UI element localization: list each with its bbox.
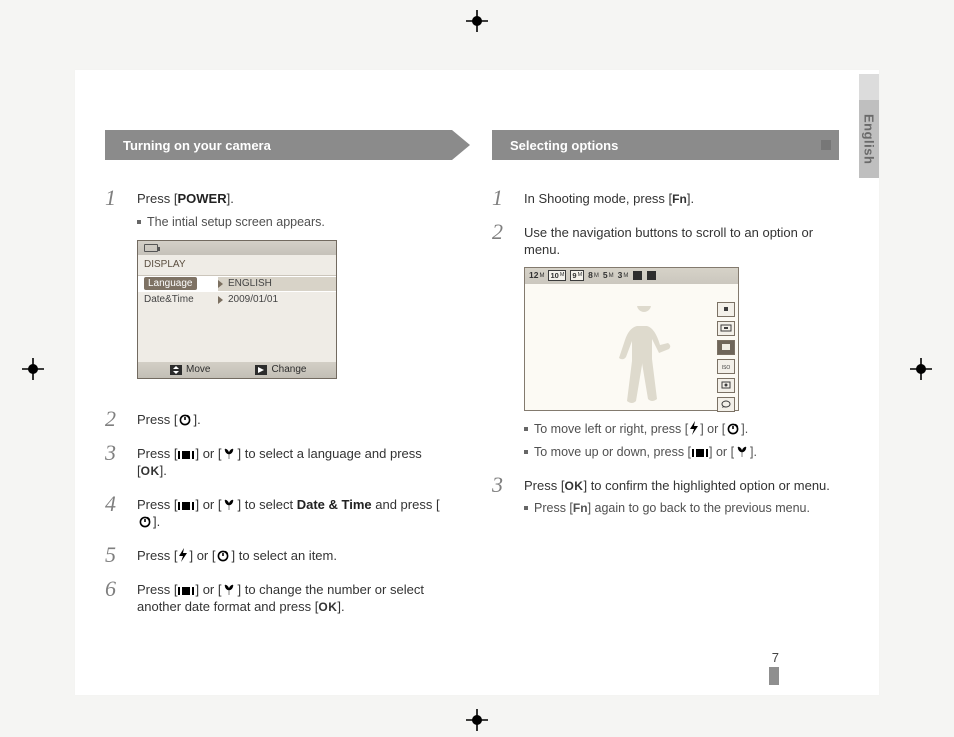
timer-icon <box>725 421 741 435</box>
display-icon <box>691 448 709 458</box>
iso-icon: ISO <box>717 359 735 374</box>
datetime-label: Date & Time <box>297 497 372 512</box>
updown-key-icon <box>170 365 182 375</box>
timer-icon <box>137 514 153 528</box>
step-r3: 3 Press [OK] to confirm the highlighted … <box>492 475 839 517</box>
battery-icon <box>144 244 158 252</box>
left-column: Turning on your camera 1 Press [POWER]. … <box>105 130 452 630</box>
timer-icon <box>215 548 231 562</box>
right-key-icon <box>255 365 267 375</box>
step-5: 5 Press [] or [] to select an item. <box>105 545 452 565</box>
step-4: 4 Press [] or [] to select Date & Time a… <box>105 494 452 531</box>
step-r1: 1 In Shooting mode, press [Fn]. <box>492 188 839 208</box>
fn-icon: Fn <box>573 501 588 515</box>
macro-icon <box>221 448 237 460</box>
step-text: Press [ <box>137 191 177 206</box>
bullet-icon <box>137 220 141 224</box>
person-silhouette-icon <box>614 306 674 406</box>
step-r2: 2 Use the navigation buttons to scroll t… <box>492 222 839 461</box>
step-3: 3 Press [] or [] to select a language an… <box>105 443 452 480</box>
lcd-row-datetime: Date&Time 2009/01/01 <box>138 292 336 308</box>
step-1: 1 Press [POWER]. The intial setup screen… <box>105 188 452 395</box>
svg-text:ISO: ISO <box>722 365 731 371</box>
timer-icon <box>177 412 193 426</box>
bullet-icon <box>524 506 528 510</box>
step-6: 6 Press [] or [] to change the number or… <box>105 579 452 616</box>
macro-icon <box>221 499 237 511</box>
ok-icon: OK <box>318 600 337 614</box>
right-column: Selecting options 1 In Shooting mode, pr… <box>492 130 839 630</box>
shooting-mode-screen: 12M 10M 9M 8M 5M 3M SIZE <box>524 267 739 411</box>
metering-icon <box>717 321 735 336</box>
lcd-row-language: Language ENGLISH <box>138 276 336 292</box>
display-icon <box>177 501 195 511</box>
lcd-title: DISPLAY <box>138 255 336 276</box>
chevron-right-icon <box>218 280 223 288</box>
language-tab: English <box>859 100 879 178</box>
manual-page: English Turning on your camera 1 Press [… <box>75 70 879 695</box>
macro-icon <box>221 584 237 596</box>
display-icon <box>177 586 195 596</box>
page-number: 7 <box>772 650 779 665</box>
size-option-bar: 12M 10M 9M 8M 5M 3M <box>525 268 738 284</box>
section-heading-left: Turning on your camera <box>105 130 452 160</box>
registration-mark-icon <box>910 358 932 380</box>
registration-mark-icon <box>466 709 488 731</box>
flash-icon <box>177 548 189 562</box>
drive-icon <box>717 397 735 412</box>
bullet-icon <box>524 450 528 454</box>
size-square-icon <box>633 271 642 280</box>
macro-icon <box>734 446 750 458</box>
display-setup-screen: DISPLAY Language ENGLISH Date&Time 2009/… <box>137 240 337 379</box>
section-end-icon <box>821 140 831 150</box>
size-square-icon <box>647 271 656 280</box>
ok-icon: OK <box>141 464 160 478</box>
step-sub-text: The intial setup screen appears. <box>147 214 325 231</box>
bullet-icon <box>524 427 528 431</box>
page-tab-icon <box>769 667 779 685</box>
chevron-right-icon <box>218 296 223 304</box>
side-icons: ISO <box>717 302 735 412</box>
registration-mark-icon <box>22 358 44 380</box>
step-2: 2 Press []. <box>105 409 452 429</box>
selected-option-icon <box>717 340 735 355</box>
power-label: POWER <box>177 191 226 206</box>
wb-icon <box>717 378 735 393</box>
registration-mark-icon <box>466 10 488 32</box>
quality-icon <box>717 302 735 317</box>
flash-icon <box>688 421 700 435</box>
ok-icon: OK <box>564 479 583 493</box>
display-icon <box>177 450 195 460</box>
section-heading-right: Selecting options <box>492 130 839 160</box>
fn-icon: Fn <box>672 192 687 206</box>
